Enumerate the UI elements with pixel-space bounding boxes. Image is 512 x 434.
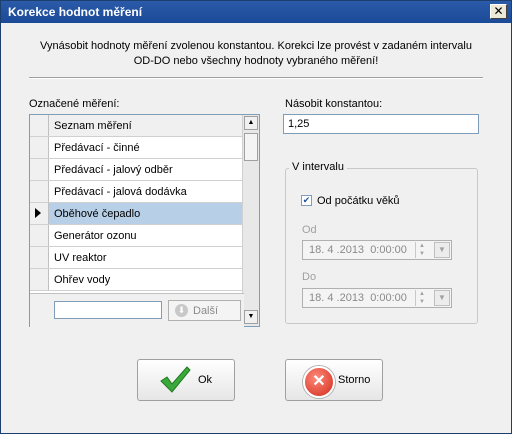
table-row[interactable]: Předávací - jalový odběr (30, 159, 245, 181)
close-icon: ✕ (493, 4, 504, 18)
window-title: Korekce hodnot měření (8, 5, 143, 19)
constant-input[interactable]: 1,25 (283, 114, 479, 134)
cancel-button[interactable]: ✕ Storno (285, 359, 383, 401)
row-indicator (30, 137, 49, 158)
from-date: 18. 4 .2013 (309, 244, 365, 256)
from-start-checkbox[interactable]: ✔ (301, 195, 312, 206)
cancel-label: Storno (338, 374, 371, 386)
row-label: Předávací - jalová dodávka (54, 186, 187, 198)
row-label: Oběhové čepadlo (54, 208, 141, 220)
separator (29, 77, 483, 79)
green-checkmark-icon (160, 366, 191, 393)
checkmark-icon: ✔ (302, 195, 311, 205)
from-dropdown-button[interactable]: ▼ (434, 242, 450, 258)
measurements-label: Označené měření: (29, 98, 120, 110)
dialog-window: Korekce hodnot měření ✕ Vynásobit hodnot… (0, 0, 512, 434)
row-indicator (30, 247, 49, 268)
to-spinner[interactable]: ▲ ▼ (415, 290, 428, 306)
row-indicator (30, 181, 49, 202)
table-row[interactable]: Generátor ozonu (30, 225, 245, 247)
next-button[interactable]: ⬇ Další (168, 300, 241, 321)
from-time: 0:00:00 (370, 244, 407, 256)
table-row[interactable]: Oběhové čepadlo (30, 203, 245, 225)
column-header[interactable]: Seznam měření (54, 120, 132, 132)
down-arrow-circle-icon: ⬇ (175, 304, 188, 317)
to-label: Do (302, 271, 317, 283)
next-button-label: Další (193, 305, 219, 317)
from-datetime-picker[interactable]: 18. 4 .2013 0:00:00 ▲ ▼ ▼ (302, 240, 452, 260)
row-indicator (30, 225, 49, 246)
constant-label: Násobit konstantou: (285, 98, 383, 110)
from-label: Od (302, 224, 317, 236)
current-row-pointer-icon (35, 208, 41, 218)
ok-label: Ok (198, 374, 213, 386)
description: Vynásobit hodnoty měření zvolenou konsta… (1, 39, 511, 69)
measurements-grid[interactable]: Seznam měření Předávací - činné Předávací… (29, 114, 260, 327)
to-dropdown-button[interactable]: ▼ (434, 290, 450, 306)
row-label: Ohřev vody (54, 274, 111, 286)
row-label: Předávací - jalový odběr (54, 164, 173, 176)
search-input[interactable] (54, 301, 162, 319)
red-x-icon: ✕ (303, 366, 335, 398)
to-time: 0:00:00 (370, 292, 407, 304)
row-indicator (30, 159, 49, 180)
title-bar[interactable]: Korekce hodnot měření ✕ (1, 1, 511, 23)
to-date: 18. 4 .2013 (309, 292, 365, 304)
close-button[interactable]: ✕ (490, 4, 507, 19)
row-indicator (30, 203, 49, 224)
interval-title: V intervalu (289, 161, 347, 173)
grid-header-row: Seznam měření (30, 115, 245, 137)
table-row[interactable]: Ohřev vody (30, 269, 245, 291)
table-row[interactable]: Předávací - činné (30, 137, 245, 159)
row-indicator (30, 269, 49, 290)
row-label: UV reaktor (54, 252, 107, 264)
grid-footer: ⬇ Další (30, 293, 244, 327)
constant-value: 1,25 (288, 118, 310, 130)
from-start-label[interactable]: Od počátku věků (317, 195, 400, 207)
scroll-down-button[interactable]: ▼ (244, 310, 258, 324)
row-label: Předávací - činné (54, 142, 140, 154)
table-row[interactable]: UV reaktor (30, 247, 245, 269)
from-spinner[interactable]: ▲ ▼ (415, 242, 428, 258)
table-row[interactable]: Předávací - jalová dodávka (30, 181, 245, 203)
scroll-thumb[interactable] (244, 133, 258, 161)
ok-button[interactable]: Ok (137, 359, 235, 401)
description-line-2: OD-DO nebo všechny hodnoty vybraného měř… (133, 55, 379, 67)
scroll-up-button[interactable]: ▲ (244, 116, 258, 130)
to-datetime-picker[interactable]: 18. 4 .2013 0:00:00 ▲ ▼ ▼ (302, 288, 452, 308)
description-line-1: Vynásobit hodnoty měření zvolenou konsta… (40, 40, 472, 52)
grid-scrollbar[interactable]: ▲ ▼ (242, 115, 259, 326)
row-label: Generátor ozonu (54, 230, 137, 242)
row-indicator (30, 115, 49, 136)
